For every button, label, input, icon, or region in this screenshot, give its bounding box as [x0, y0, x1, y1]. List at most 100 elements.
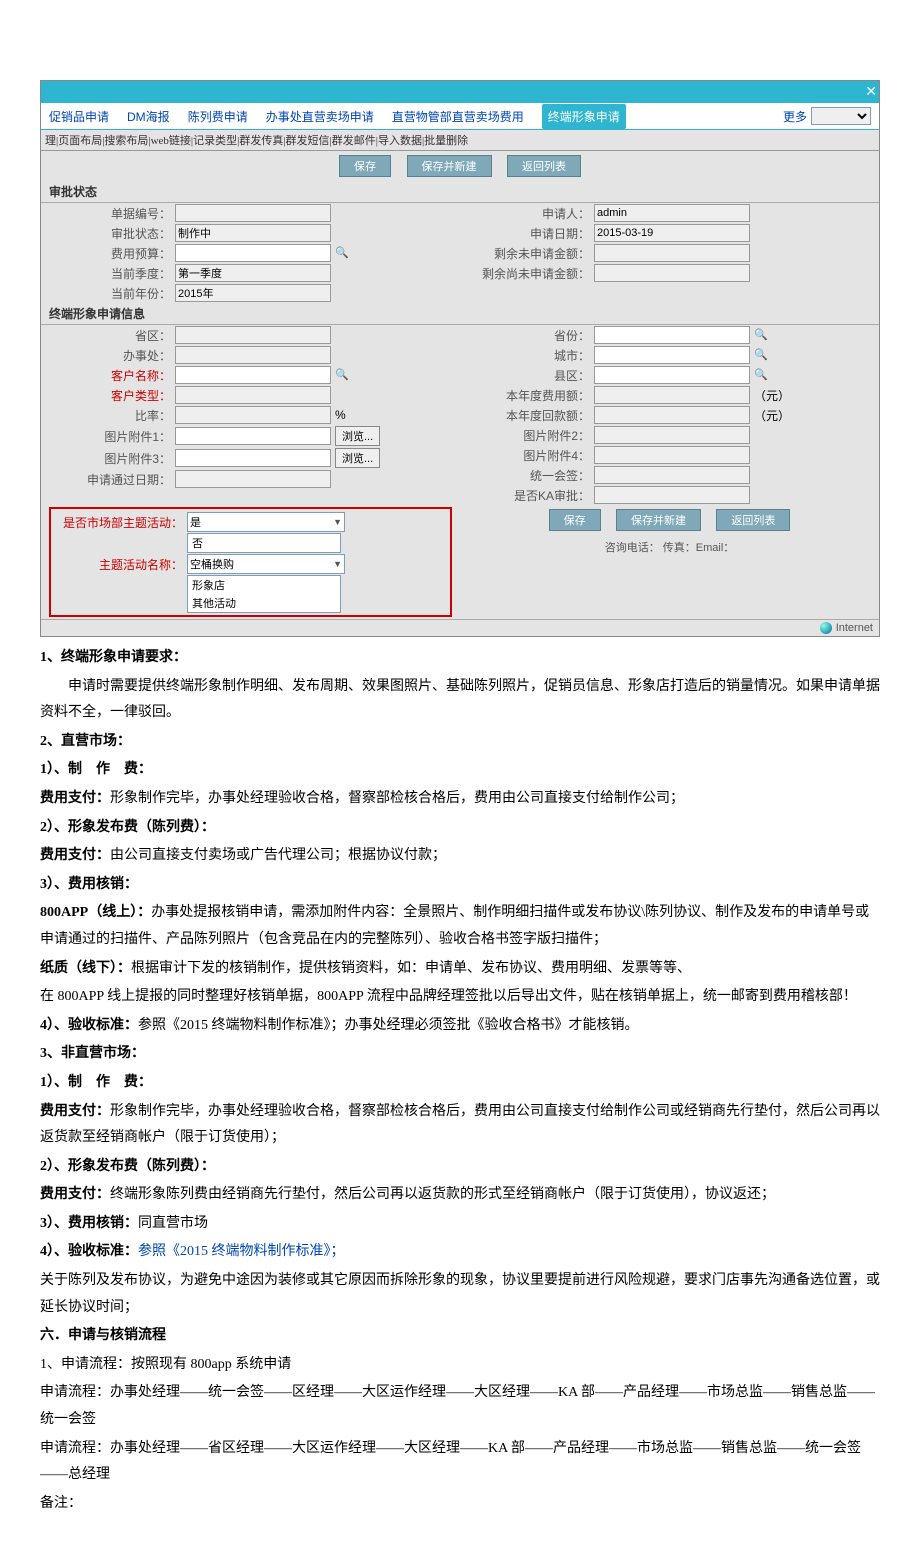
- province-field[interactable]: [594, 326, 750, 344]
- back-button[interactable]: 返回列表: [507, 155, 581, 177]
- globe-icon: [820, 622, 832, 634]
- is-theme-select[interactable]: 是▼: [187, 512, 345, 532]
- back-button[interactable]: 返回列表: [716, 509, 790, 531]
- para: 4）、验收标准：参照《2015 终端物料制作标准》；办事处经理必须签批《验收合格…: [40, 1013, 880, 1040]
- para: 800APP（线上）：办事处提报核销申请，需添加附件内容：全景照片、制作明细扫描…: [40, 900, 880, 953]
- rate-field: [175, 406, 331, 424]
- highlighted-section: 是否市场部主题活动： 是▼ 否 主题活动名称： 空桶换购▼ 形象店 其他活动: [49, 507, 452, 617]
- more-label: 更多: [783, 108, 807, 125]
- year-fee-field: [594, 386, 750, 404]
- option-no[interactable]: 否: [188, 534, 340, 552]
- remain1-field: [594, 244, 750, 262]
- para: 备注：: [40, 1491, 880, 1518]
- option-other[interactable]: 其他活动: [188, 594, 340, 612]
- form-area: 审批状态 单据编号： 审批状态：制作中 费用预算：🔍 当前季度：第一季度 当前年…: [41, 181, 879, 636]
- lbl-img2: 图片附件2：: [460, 427, 594, 444]
- year-field: 2015年: [175, 284, 331, 302]
- para: 申请时需要提供终端形象制作明细、发布周期、效果图照片、基础陈列照片，促销员信息、…: [40, 674, 880, 727]
- tab-terminal-image[interactable]: 终端形象申请: [542, 104, 626, 129]
- lbl-img4: 图片附件4：: [460, 447, 594, 464]
- nav-tabs: 促销品申请 DM海报 陈列费申请 办事处直营卖场申请 直营物管部直营卖场费用 终…: [41, 103, 879, 130]
- para: 3）、费用核销：同直营市场: [40, 1211, 880, 1238]
- customer-type-field: [175, 386, 331, 404]
- close-icon[interactable]: ✕: [865, 83, 877, 100]
- img2-field: [594, 426, 750, 444]
- heading-6: 六．申请与核销流程: [40, 1323, 880, 1350]
- city-field[interactable]: [594, 346, 750, 364]
- option-image-store[interactable]: 形象店: [188, 576, 340, 594]
- para: 在 800APP 线上提报的同时整理好核销单据，800APP 流程中品牌经理签批…: [40, 984, 880, 1011]
- lbl-applicant: 申请人：: [460, 205, 594, 222]
- lbl-remain1: 剩余未申请金额：: [460, 245, 594, 262]
- section-approval-status: 审批状态: [41, 181, 879, 203]
- lbl-rate: 比率：: [41, 407, 175, 424]
- para: 费用支付：终端形象陈列费由经销商先行垫付，然后公司再以返货款的形式至经销商帐户（…: [40, 1182, 880, 1209]
- lbl-customer-name: 客户名称：: [41, 367, 175, 384]
- save-button[interactable]: 保存: [549, 509, 601, 531]
- para: 1、申请流程：按照现有 800app 系统申请: [40, 1352, 880, 1379]
- lbl-year: 当前年份：: [41, 285, 175, 302]
- img3-field[interactable]: [175, 449, 331, 467]
- yuan-suffix: （元）: [754, 407, 790, 424]
- county-field[interactable]: [594, 366, 750, 384]
- internet-label: Internet: [836, 622, 873, 634]
- tab-dm[interactable]: DM海报: [127, 108, 170, 125]
- theme-name-select[interactable]: 空桶换购▼: [187, 554, 345, 574]
- tab-display-fee[interactable]: 陈列费申请: [188, 108, 248, 125]
- action-buttons-top: 保存 保存并新建 返回列表: [41, 151, 879, 181]
- img1-field[interactable]: [175, 427, 331, 445]
- lbl-year-fee: 本年度费用额：: [460, 387, 594, 404]
- theme-name-dropdown[interactable]: 形象店 其他活动: [187, 575, 341, 613]
- lbl-approve-status: 审批状态：: [41, 225, 175, 242]
- unified-sign-field: [594, 466, 750, 484]
- lbl-county: 县区：: [460, 367, 594, 384]
- tab-logistics-direct[interactable]: 直营物管部直营卖场费用: [392, 108, 524, 125]
- doc-no-field: [175, 204, 331, 222]
- img4-field: [594, 446, 750, 464]
- search-icon[interactable]: 🔍: [335, 368, 349, 382]
- lbl-budget: 费用预算：: [41, 245, 175, 262]
- lbl-customer-type: 客户类型：: [41, 387, 175, 404]
- heading-2-3: 3）、费用核销：: [40, 872, 880, 899]
- save-new-button[interactable]: 保存并新建: [616, 509, 701, 531]
- window-titlebar: ✕: [41, 81, 879, 103]
- section-terminal-info: 终端形象申请信息: [41, 303, 879, 325]
- save-new-button[interactable]: 保存并新建: [407, 155, 492, 177]
- app-screenshot: ✕ 促销品申请 DM海报 陈列费申请 办事处直营卖场申请 直营物管部直营卖场费用…: [40, 80, 880, 637]
- lbl-apply-date: 申请日期：: [460, 225, 594, 242]
- heading-1: 1、终端形象申请要求：: [40, 645, 880, 672]
- lbl-is-theme: 是否市场部主题活动：: [53, 514, 187, 531]
- budget-field[interactable]: [175, 244, 331, 262]
- save-button[interactable]: 保存: [339, 155, 391, 177]
- ka-approve-field: [594, 486, 750, 504]
- para: 费用支付：形象制作完毕，办事处经理验收合格，督察部检核合格后，费用由公司直接支付…: [40, 786, 880, 813]
- more-select[interactable]: [811, 107, 871, 125]
- lbl-region: 省区：: [41, 327, 175, 344]
- customer-name-field[interactable]: [175, 366, 331, 384]
- is-theme-dropdown[interactable]: 否: [187, 533, 341, 553]
- percent-suffix: %: [335, 408, 346, 422]
- heading-3: 3、非直营市场：: [40, 1041, 880, 1068]
- search-icon[interactable]: 🔍: [335, 246, 349, 260]
- tab-promo[interactable]: 促销品申请: [49, 108, 109, 125]
- lbl-office: 办事处：: [41, 347, 175, 364]
- heading-2-2: 2）、形象发布费（陈列费）：: [40, 815, 880, 842]
- tab-office-direct[interactable]: 办事处直营卖场申请: [266, 108, 374, 125]
- para: 费用支付：由公司直接支付卖场或广告代理公司；根据协议付款；: [40, 843, 880, 870]
- browse-button[interactable]: 浏览...: [335, 426, 380, 446]
- lbl-img1: 图片附件1：: [41, 428, 175, 445]
- lbl-year-return: 本年度回款额：: [460, 407, 594, 424]
- heading-2-1: 1）、制 作 费：: [40, 757, 880, 784]
- lbl-city: 城市：: [460, 347, 594, 364]
- browse-button[interactable]: 浏览...: [335, 448, 380, 468]
- search-icon[interactable]: 🔍: [754, 368, 768, 382]
- search-icon[interactable]: 🔍: [754, 328, 768, 342]
- office-field: [175, 346, 331, 364]
- region-field: [175, 326, 331, 344]
- remain2-field: [594, 264, 750, 282]
- para: 申请流程：办事处经理——省区经理——大区运作经理——大区经理——KA 部——产品…: [40, 1436, 880, 1489]
- sub-toolbar: 理|页面布局|搜索布局|web链接|记录类型|群发传真|群发短信|群发邮件|导入…: [41, 130, 879, 151]
- apply-date-field: 2015-03-19: [594, 224, 750, 242]
- search-icon[interactable]: 🔍: [754, 348, 768, 362]
- lbl-doc-no: 单据编号：: [41, 205, 175, 222]
